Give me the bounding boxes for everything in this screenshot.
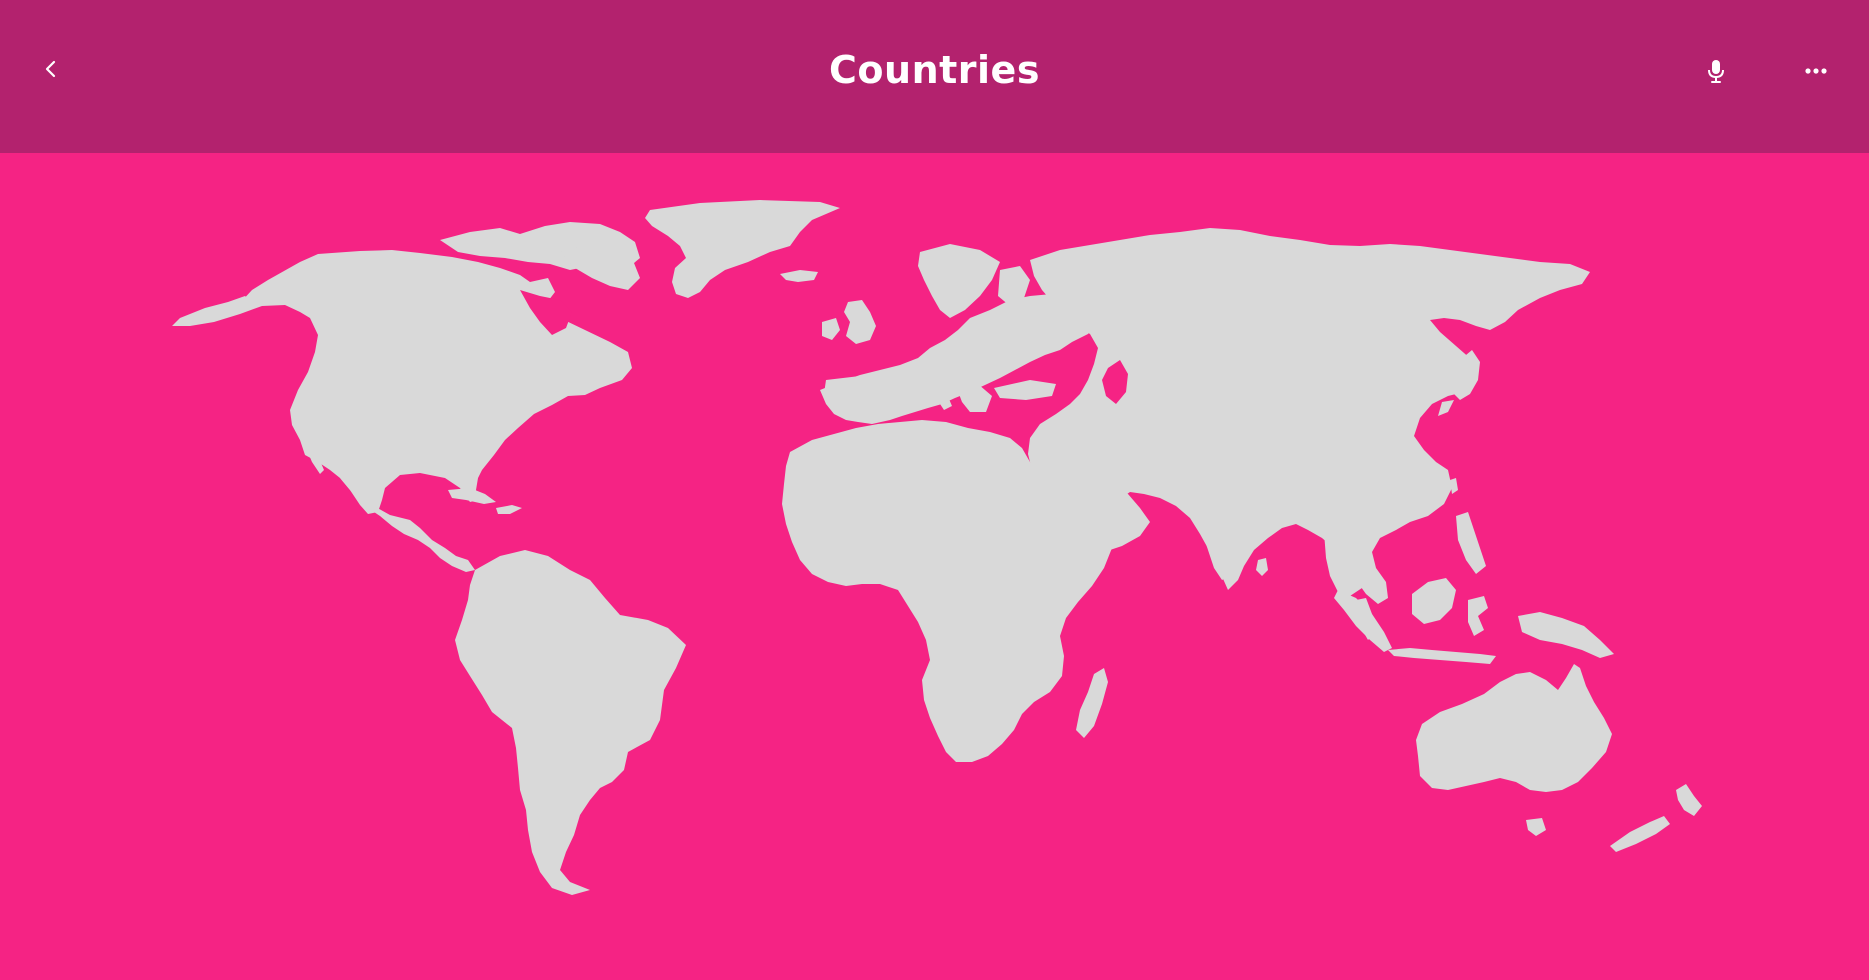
world-map-area xyxy=(0,153,1869,980)
region-tasmania[interactable] xyxy=(1526,818,1546,836)
voice-search-button[interactable] xyxy=(1688,43,1744,99)
region-java[interactable] xyxy=(1388,648,1496,664)
region-south-america[interactable] xyxy=(455,550,686,895)
region-greenland[interactable] xyxy=(645,200,840,298)
region-scandinavia[interactable] xyxy=(918,244,1000,318)
more-options-button[interactable] xyxy=(1788,43,1844,99)
region-balkans[interactable] xyxy=(956,384,992,412)
region-turkey[interactable] xyxy=(994,380,1056,400)
region-sri-lanka[interactable] xyxy=(1256,558,1268,576)
region-new-zealand-south[interactable] xyxy=(1610,816,1670,852)
region-new-guinea[interactable] xyxy=(1518,612,1614,658)
world-map[interactable] xyxy=(0,153,1869,980)
region-great-britain[interactable] xyxy=(844,300,876,344)
region-borneo[interactable] xyxy=(1412,578,1456,624)
region-india[interactable] xyxy=(1192,482,1262,580)
region-madagascar[interactable] xyxy=(1076,668,1108,738)
region-taiwan[interactable] xyxy=(1450,478,1458,494)
region-iceland[interactable] xyxy=(780,270,818,282)
region-sulawesi[interactable] xyxy=(1468,596,1488,636)
region-philippines[interactable] xyxy=(1456,512,1486,574)
region-australia[interactable] xyxy=(1416,664,1612,792)
region-japan-south[interactable] xyxy=(1438,400,1454,416)
microphone-icon xyxy=(1708,60,1724,83)
region-caribbean[interactable] xyxy=(448,488,496,504)
region-new-zealand-north[interactable] xyxy=(1676,784,1702,816)
app-header: Countries xyxy=(0,0,1869,153)
region-ireland[interactable] xyxy=(822,318,840,340)
page-title: Countries xyxy=(829,48,1040,92)
region-caribbean-east[interactable] xyxy=(496,505,522,514)
region-north-america[interactable] xyxy=(172,250,632,514)
more-horizontal-icon xyxy=(1805,68,1827,74)
